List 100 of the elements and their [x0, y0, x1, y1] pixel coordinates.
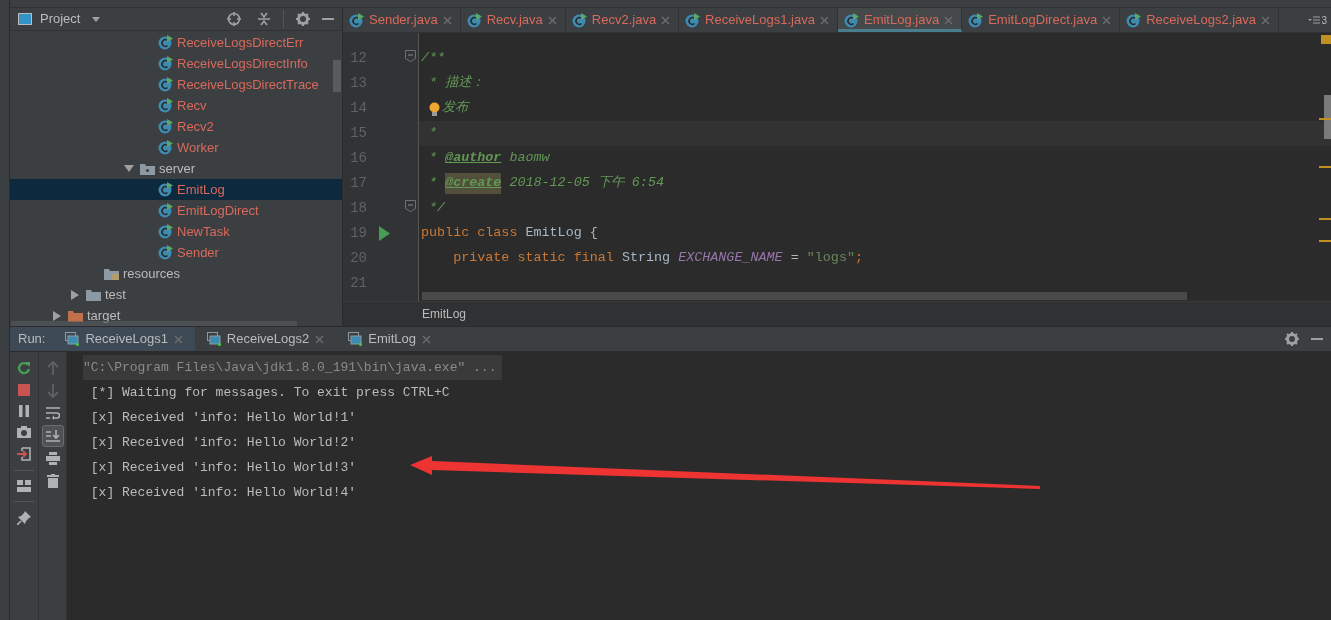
expanded-arrow-icon [124, 163, 134, 174]
code-token: = [789, 249, 800, 268]
code-token: * [428, 124, 438, 143]
class-icon [1126, 12, 1142, 28]
code-token: /** [421, 49, 446, 68]
project-view-icon [18, 13, 32, 25]
trash-icon[interactable] [46, 474, 59, 488]
package-folder-icon [140, 161, 155, 176]
panel-title[interactable]: Project [40, 9, 81, 29]
fold-icon[interactable] [405, 50, 416, 62]
run-tab[interactable]: ReceiveLogs1 [53, 327, 195, 351]
class-icon [571, 12, 587, 28]
console-line: [x] Received 'info: Hello World!1' [89, 408, 357, 427]
tree-item[interactable]: NewTask [10, 221, 342, 242]
scrollbar[interactable] [422, 292, 1187, 300]
settings-icon[interactable] [296, 12, 310, 26]
tree-item[interactable]: target [10, 305, 342, 326]
tree-item[interactable]: EmitLog [10, 179, 342, 200]
run-tab[interactable]: ReceiveLogs2 [194, 327, 337, 351]
pin-icon[interactable] [17, 511, 31, 525]
editor-tab[interactable]: EmitLogDirect.java [962, 8, 1121, 32]
breadcrumb[interactable]: EmitLog [422, 305, 467, 323]
rerun-icon[interactable] [17, 361, 31, 375]
layout-icon[interactable] [17, 480, 31, 492]
scrollbar[interactable] [1324, 95, 1331, 139]
console-command: "C:\Program Files\Java\jdk1.8.0_191\bin\java.exe" ... [83, 355, 503, 380]
close-icon [944, 15, 954, 25]
code-token: baomw [508, 149, 550, 168]
scroll-to-end-button[interactable] [41, 425, 64, 447]
close-icon [819, 15, 829, 25]
tree-item[interactable]: test [10, 284, 342, 305]
class-icon [158, 224, 173, 239]
window-icon [348, 332, 363, 346]
tree-item[interactable]: Recv [10, 95, 342, 116]
down-arrow-icon[interactable] [46, 384, 59, 398]
scrollbar[interactable] [11, 321, 297, 326]
window-icon [65, 332, 80, 346]
tabs-overflow-button[interactable]: 3 [1308, 8, 1331, 32]
close-icon [421, 334, 431, 344]
class-icon [158, 98, 173, 113]
warning-marker[interactable] [1321, 35, 1331, 44]
collapse-all-icon[interactable] [257, 12, 271, 26]
tree-item[interactable]: Sender [10, 242, 342, 263]
tree-item[interactable]: Recv2 [10, 116, 342, 137]
code-token: String [620, 249, 672, 268]
close-icon [173, 334, 183, 344]
class-icon [968, 12, 984, 28]
settings-icon[interactable] [1285, 332, 1299, 346]
scrollbar[interactable] [333, 60, 341, 92]
fold-icon[interactable] [405, 200, 416, 212]
class-icon [158, 140, 173, 155]
close-icon [547, 15, 557, 25]
close-icon [442, 15, 452, 25]
folder-icon [86, 287, 101, 302]
locate-icon[interactable] [227, 12, 241, 26]
tree-item[interactable]: ReceiveLogsDirectTrace [10, 74, 342, 95]
tree-item[interactable]: Worker [10, 137, 342, 158]
exit-icon[interactable] [17, 447, 31, 461]
editor-tab[interactable]: ReceiveLogs2.java [1120, 8, 1280, 32]
collapsed-arrow-icon [52, 310, 62, 321]
class-icon [158, 203, 173, 218]
lightbulb-icon[interactable] [429, 101, 440, 116]
dropdown-caret-icon[interactable] [92, 16, 101, 22]
run-tab[interactable]: EmitLog [336, 327, 443, 351]
camera-icon[interactable] [17, 426, 31, 438]
code-token: * 描述： [428, 74, 485, 93]
soft-wrap-icon[interactable] [45, 407, 60, 420]
tree-item[interactable]: ReceiveLogsDirectErr [10, 32, 342, 53]
pause-icon[interactable] [19, 405, 29, 417]
code-token: * [428, 174, 439, 193]
panel-title: Run: [10, 327, 54, 351]
up-arrow-icon[interactable] [46, 361, 59, 375]
code-token: 2018-12-05 下午 6:54 [508, 174, 664, 193]
class-icon [843, 12, 859, 28]
close-icon [315, 334, 325, 344]
tree-item[interactable]: server [10, 158, 342, 179]
code-token: @author [445, 149, 502, 168]
scroll-to-end-icon [45, 430, 60, 442]
tree-item[interactable]: resources [10, 263, 342, 284]
editor-tab[interactable]: Recv2.java [565, 8, 680, 32]
print-icon[interactable] [45, 452, 60, 465]
editor-tab[interactable]: Recv.java [460, 8, 566, 32]
code-token: "logs" [806, 249, 855, 268]
window-icon [206, 332, 221, 346]
editor-tab[interactable]: Sender.java [343, 8, 461, 32]
code-token: ; [854, 249, 863, 268]
code-token: @create [445, 173, 502, 194]
code-token: EmitLog { [524, 224, 598, 243]
console-line: [*] Waiting for messages. To exit press CTRL+C [89, 383, 450, 402]
tree-item[interactable]: ReceiveLogsDirectInfo [10, 53, 342, 74]
class-icon [158, 119, 173, 134]
tree-item[interactable]: EmitLogDirect [10, 200, 342, 221]
console-line: [x] Received 'info: Hello World!4' [89, 483, 357, 502]
editor-tab[interactable]: EmitLog.java [837, 8, 963, 32]
code-token: public class [421, 224, 518, 243]
resources-folder-icon [104, 266, 119, 281]
code-token: 发布 [442, 99, 468, 118]
run-icon[interactable] [379, 226, 390, 241]
editor-tab[interactable]: ReceiveLogs1.java [679, 8, 838, 32]
console-line: [x] Received 'info: Hello World!3' [89, 458, 357, 477]
